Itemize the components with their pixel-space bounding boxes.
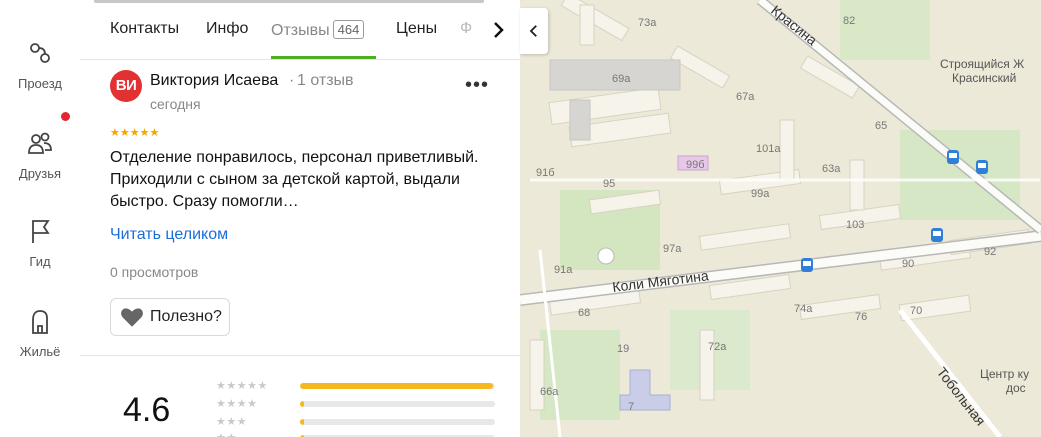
housing-icon [32, 310, 48, 334]
house-number: 68 [578, 307, 590, 319]
tab-prices[interactable]: Цены [396, 20, 437, 38]
active-tab-indicator [271, 56, 376, 59]
tab-info[interactable]: Инфо [206, 20, 248, 38]
author-review-count: 1 отзыв [297, 72, 354, 89]
house-number: 72а [708, 341, 727, 353]
park-area [900, 130, 1020, 220]
left-rail: Проезд Друзья Гид Жильё [0, 0, 80, 437]
rail-label-friends: Друзья [18, 166, 62, 181]
monument-icon[interactable] [597, 247, 615, 265]
more-options-button[interactable]: ••• [465, 74, 489, 97]
rail-item-housing[interactable]: Жильё [0, 306, 80, 359]
poi-label: Центр ку [980, 367, 1029, 381]
heart-icon [121, 308, 143, 327]
tab-contacts[interactable]: Контакты [110, 20, 179, 38]
author-separator: · [289, 72, 295, 89]
review-stars: ★★★★★ [110, 127, 160, 139]
flag-icon [32, 220, 50, 243]
review-author[interactable]: Виктория Исаева [150, 72, 278, 90]
tab-more[interactable]: Ф [460, 20, 472, 38]
review-date: сегодня [150, 96, 201, 112]
review-text: Отделение понравилось, персонал приветли… [110, 149, 479, 210]
house-number: 73а [638, 17, 657, 29]
house-number: 99б [686, 159, 705, 171]
map-canvas[interactable]: Красина Коли Мяготина Тобольная 73а 82 6… [520, 0, 1041, 437]
panel-handle [94, 0, 484, 3]
house-number: 69а [612, 73, 631, 85]
house-number: 90 [902, 258, 914, 270]
reviews-count-badge: 464 [332, 20, 365, 39]
house-number: 91а [554, 264, 573, 276]
poi-label: Красинский [952, 71, 1016, 85]
rail-label-route: Проезд [17, 76, 62, 91]
chevron-right-icon[interactable] [486, 18, 510, 42]
friends-icon [28, 132, 52, 154]
org-panel: Контакты Инфо Отзывы 464 Цены Ф ВИ Виктор… [80, 0, 520, 437]
avatar[interactable]: ВИ [110, 70, 142, 102]
rating-row-stars: ★★ [216, 431, 237, 437]
house-number: 65 [875, 120, 887, 132]
rating-row-stars: ★★★★★ [216, 380, 268, 392]
rail-item-route[interactable]: Проезд [0, 38, 80, 91]
rail-item-guide[interactable]: Гид [0, 216, 80, 269]
poi-label: дос [1006, 381, 1026, 395]
bus-stop-icon[interactable] [801, 258, 813, 272]
review-card: ВИ Виктория Исаева · 1 отзыв сегодня •••… [80, 60, 520, 356]
house-number: 67а [736, 91, 755, 103]
house-number: 101а [756, 143, 781, 155]
industrial-building [569, 99, 591, 141]
park-area [840, 0, 930, 60]
read-more-link[interactable]: Читать целиком [110, 226, 228, 244]
house-number: 74а [794, 303, 813, 315]
house-number: 91б [536, 167, 555, 179]
house-number: 66а [540, 386, 559, 398]
rail-label-guide: Гид [29, 254, 51, 269]
notification-dot [61, 112, 70, 121]
house-number: 99а [751, 188, 770, 200]
useful-button-label: Полезно? [150, 308, 222, 325]
views-count: 0 просмотров [110, 264, 199, 280]
useful-button[interactable]: Полезно? [110, 298, 230, 336]
house-number: 95 [603, 178, 615, 190]
tab-reviews-label: Отзывы [271, 22, 330, 39]
tab-bar: Контакты Инфо Отзывы 464 Цены Ф [80, 0, 520, 60]
house-number: 70 [910, 305, 922, 317]
bus-stop-icon[interactable] [976, 160, 988, 174]
house-number: 76 [855, 311, 867, 323]
street-label: Коли Мяготина [611, 267, 709, 295]
rating-value: 4.6 [123, 391, 171, 429]
street-label: Красина [768, 2, 820, 49]
house-number: 97а [663, 243, 682, 255]
rating-row-stars: ★★★ [216, 416, 248, 428]
route-icon [30, 43, 50, 63]
rating-bar-fill [300, 419, 304, 425]
rating-row-stars: ★★★★ [216, 398, 258, 410]
rating-summary: 4.6 ★★★★★ ★★★★ ★★★ ★★ [80, 357, 520, 437]
map-view[interactable]: Красина Коли Мяготина Тобольная 73а 82 6… [520, 0, 1041, 437]
rating-bar [300, 401, 495, 407]
bus-stop-icon[interactable] [931, 228, 943, 242]
bus-stop-icon[interactable] [947, 150, 959, 164]
rail-label-housing: Жильё [19, 344, 61, 359]
rating-bar [300, 419, 495, 425]
house-number: 19 [617, 343, 629, 355]
rating-bar-fill [300, 401, 304, 407]
collapse-panel-button[interactable] [520, 8, 548, 54]
house-number: 63а [822, 163, 841, 175]
tab-reviews[interactable]: Отзывы 464 [271, 20, 365, 40]
house-number: 7 [628, 401, 634, 413]
rating-bar-fill [300, 383, 494, 389]
house-number: 82 [843, 15, 855, 27]
house-number: 92 [984, 246, 996, 258]
house-number: 103 [846, 219, 864, 231]
poi-label: Строящийся Ж [940, 57, 1024, 71]
rail-item-friends[interactable]: Друзья [0, 128, 80, 181]
chevron-left-icon [529, 25, 537, 37]
rating-bar [300, 383, 495, 389]
